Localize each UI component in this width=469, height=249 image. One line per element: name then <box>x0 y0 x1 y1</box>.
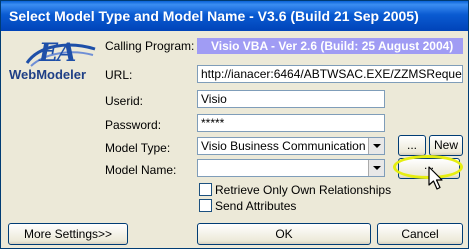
dialog-window: Select Model Type and Model Name - V3.6 … <box>0 0 469 249</box>
password-field[interactable]: ***** <box>197 114 385 132</box>
userid-label: Userid: <box>105 94 144 108</box>
chevron-down-icon[interactable] <box>368 160 384 176</box>
model-name-label: Model Name: <box>105 163 177 177</box>
window-title: Select Model Type and Model Name - V3.6 … <box>1 1 468 31</box>
send-attributes-checkbox[interactable] <box>199 199 212 212</box>
retrieve-own-label: Retrieve Only Own Relationships <box>215 183 392 197</box>
calling-program-banner: Visio VBA - Ver 2.6 (Build: 25 August 20… <box>197 38 463 54</box>
model-type-browse-button[interactable]: ... <box>398 135 426 156</box>
logo-ea-text: EA <box>39 38 76 67</box>
ea-webmodeler-logo: EA WebModeler <box>9 38 105 87</box>
ok-button[interactable]: OK <box>197 223 371 245</box>
calling-program-label: Calling Program: <box>105 39 195 53</box>
send-attributes-label: Send Attributes <box>215 199 297 213</box>
new-model-type-button[interactable]: New <box>429 135 463 156</box>
logo-webmodeler-text: WebModeler <box>9 67 87 82</box>
more-settings-button[interactable]: More Settings>> <box>8 223 128 245</box>
url-label: URL: <box>105 68 133 82</box>
model-name-select[interactable] <box>197 159 385 177</box>
userid-field[interactable]: Visio <box>197 90 385 108</box>
mouse-pointer-icon <box>428 166 443 190</box>
chevron-down-icon[interactable] <box>368 138 384 154</box>
model-type-value: Visio Business Communication Mode <box>201 139 366 153</box>
retrieve-own-checkbox[interactable] <box>199 183 212 196</box>
model-type-label: Model Type: <box>105 141 171 155</box>
url-field[interactable]: http://ianacer:6464/ABTWSAC.EXE/ZZMSRequ… <box>197 65 463 83</box>
password-label: Password: <box>105 118 162 132</box>
cancel-button[interactable]: Cancel <box>377 223 463 245</box>
model-type-select[interactable]: Visio Business Communication Mode <box>197 137 385 155</box>
